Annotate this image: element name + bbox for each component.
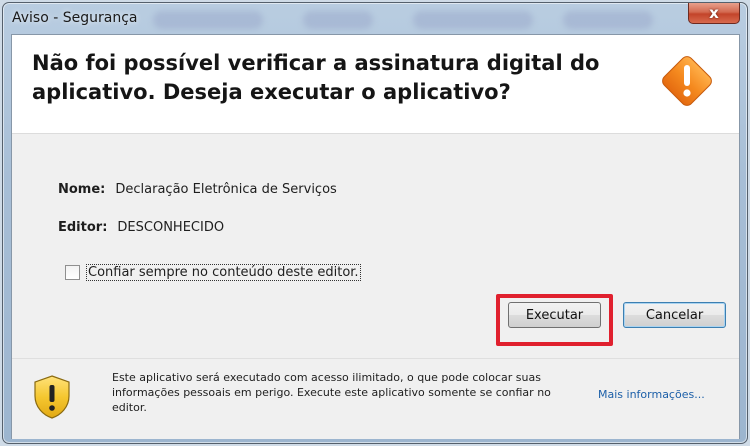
dialog-header: Não foi possível verificar a assinatura …	[12, 35, 739, 134]
name-value: Declaração Eletrônica de Serviços	[115, 182, 337, 197]
always-trust-label[interactable]: Confiar sempre no conteúdo deste editor.	[86, 264, 361, 281]
title-bar-blur	[153, 11, 263, 29]
close-icon: x	[709, 4, 719, 22]
name-label: Nome:	[58, 182, 106, 197]
run-button[interactable]: Executar	[508, 302, 601, 328]
title-bar[interactable]: Aviso - Segurança x	[3, 3, 747, 33]
window-title: Aviso - Segurança	[12, 10, 138, 26]
close-button[interactable]: x	[688, 3, 740, 24]
title-bar-blur	[303, 11, 373, 29]
headline: Não foi possível verificar a assinatura …	[32, 51, 600, 104]
shield-warning-icon	[34, 375, 70, 419]
cancel-button[interactable]: Cancelar	[623, 302, 726, 328]
name-row: Nome: Declaração Eletrônica de Serviços	[58, 182, 337, 197]
security-dialog-window: Aviso - Segurança x Não foi possível ver…	[2, 2, 748, 444]
publisher-value: DESCONHECIDO	[117, 220, 225, 235]
always-trust-option[interactable]: Confiar sempre no conteúdo deste editor.	[65, 264, 361, 281]
dialog-footer: Este aplicativo será executado com acess…	[12, 358, 739, 439]
publisher-label: Editor:	[58, 220, 108, 235]
title-bar-blur	[413, 11, 533, 29]
dialog-body: Não foi possível verificar a assinatura …	[11, 34, 740, 439]
publisher-row: Editor: DESCONHECIDO	[58, 220, 224, 235]
warning-diamond-icon	[662, 56, 712, 106]
more-info-link[interactable]: Mais informações...	[598, 388, 705, 401]
security-warning-text: Este aplicativo será executado com acess…	[112, 371, 551, 414]
always-trust-checkbox[interactable]	[65, 265, 80, 280]
title-bar-blur	[563, 11, 653, 29]
